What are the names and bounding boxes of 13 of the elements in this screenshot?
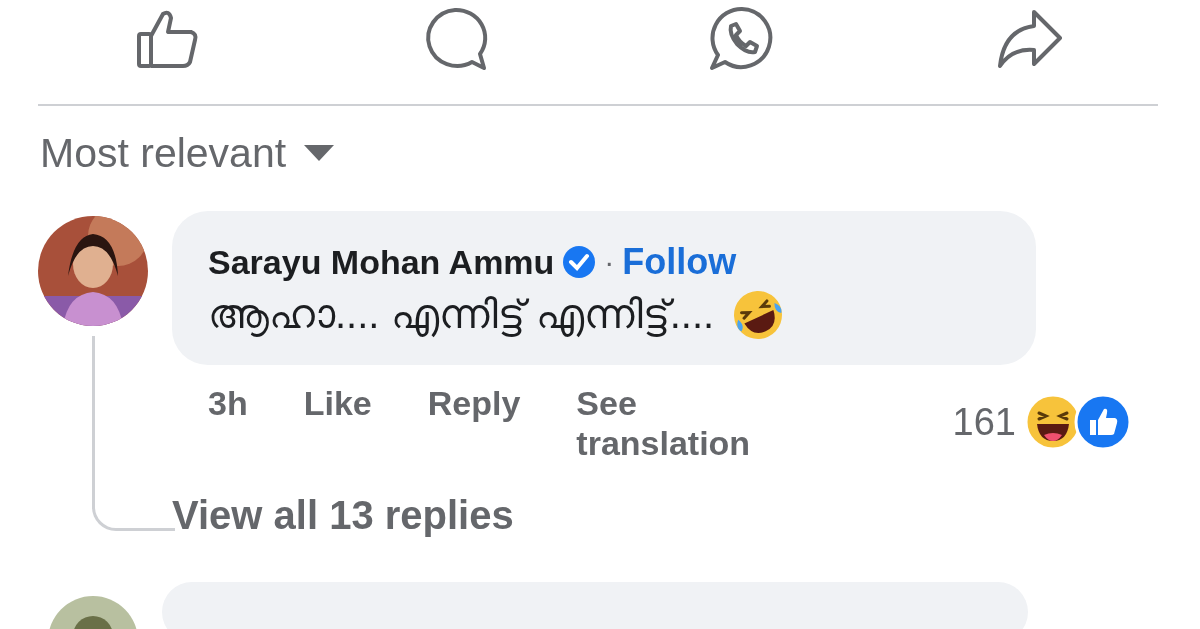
reaction-count: 161 [952,400,1016,444]
view-replies-link[interactable]: View all 13 replies [172,493,514,539]
action-link[interactable]: Like [303,383,372,424]
author-name[interactable]: Sarayu Mohan Ammu [208,242,555,282]
follow-link[interactable]: Follow [622,241,737,283]
timestamp: 3h [208,383,248,424]
separator-dot: · [604,245,615,279]
sort-dropdown[interactable]: Most relevant [40,130,335,177]
caret-icon [304,144,335,163]
action-link[interactable]: Reply [427,383,521,424]
like-reaction-icon [1074,393,1132,451]
comment-text: ആഹാ.... എന്നിട്ട് എന്നിട്ട്.... [208,292,715,338]
action-link[interactable]: See translation [576,383,777,464]
